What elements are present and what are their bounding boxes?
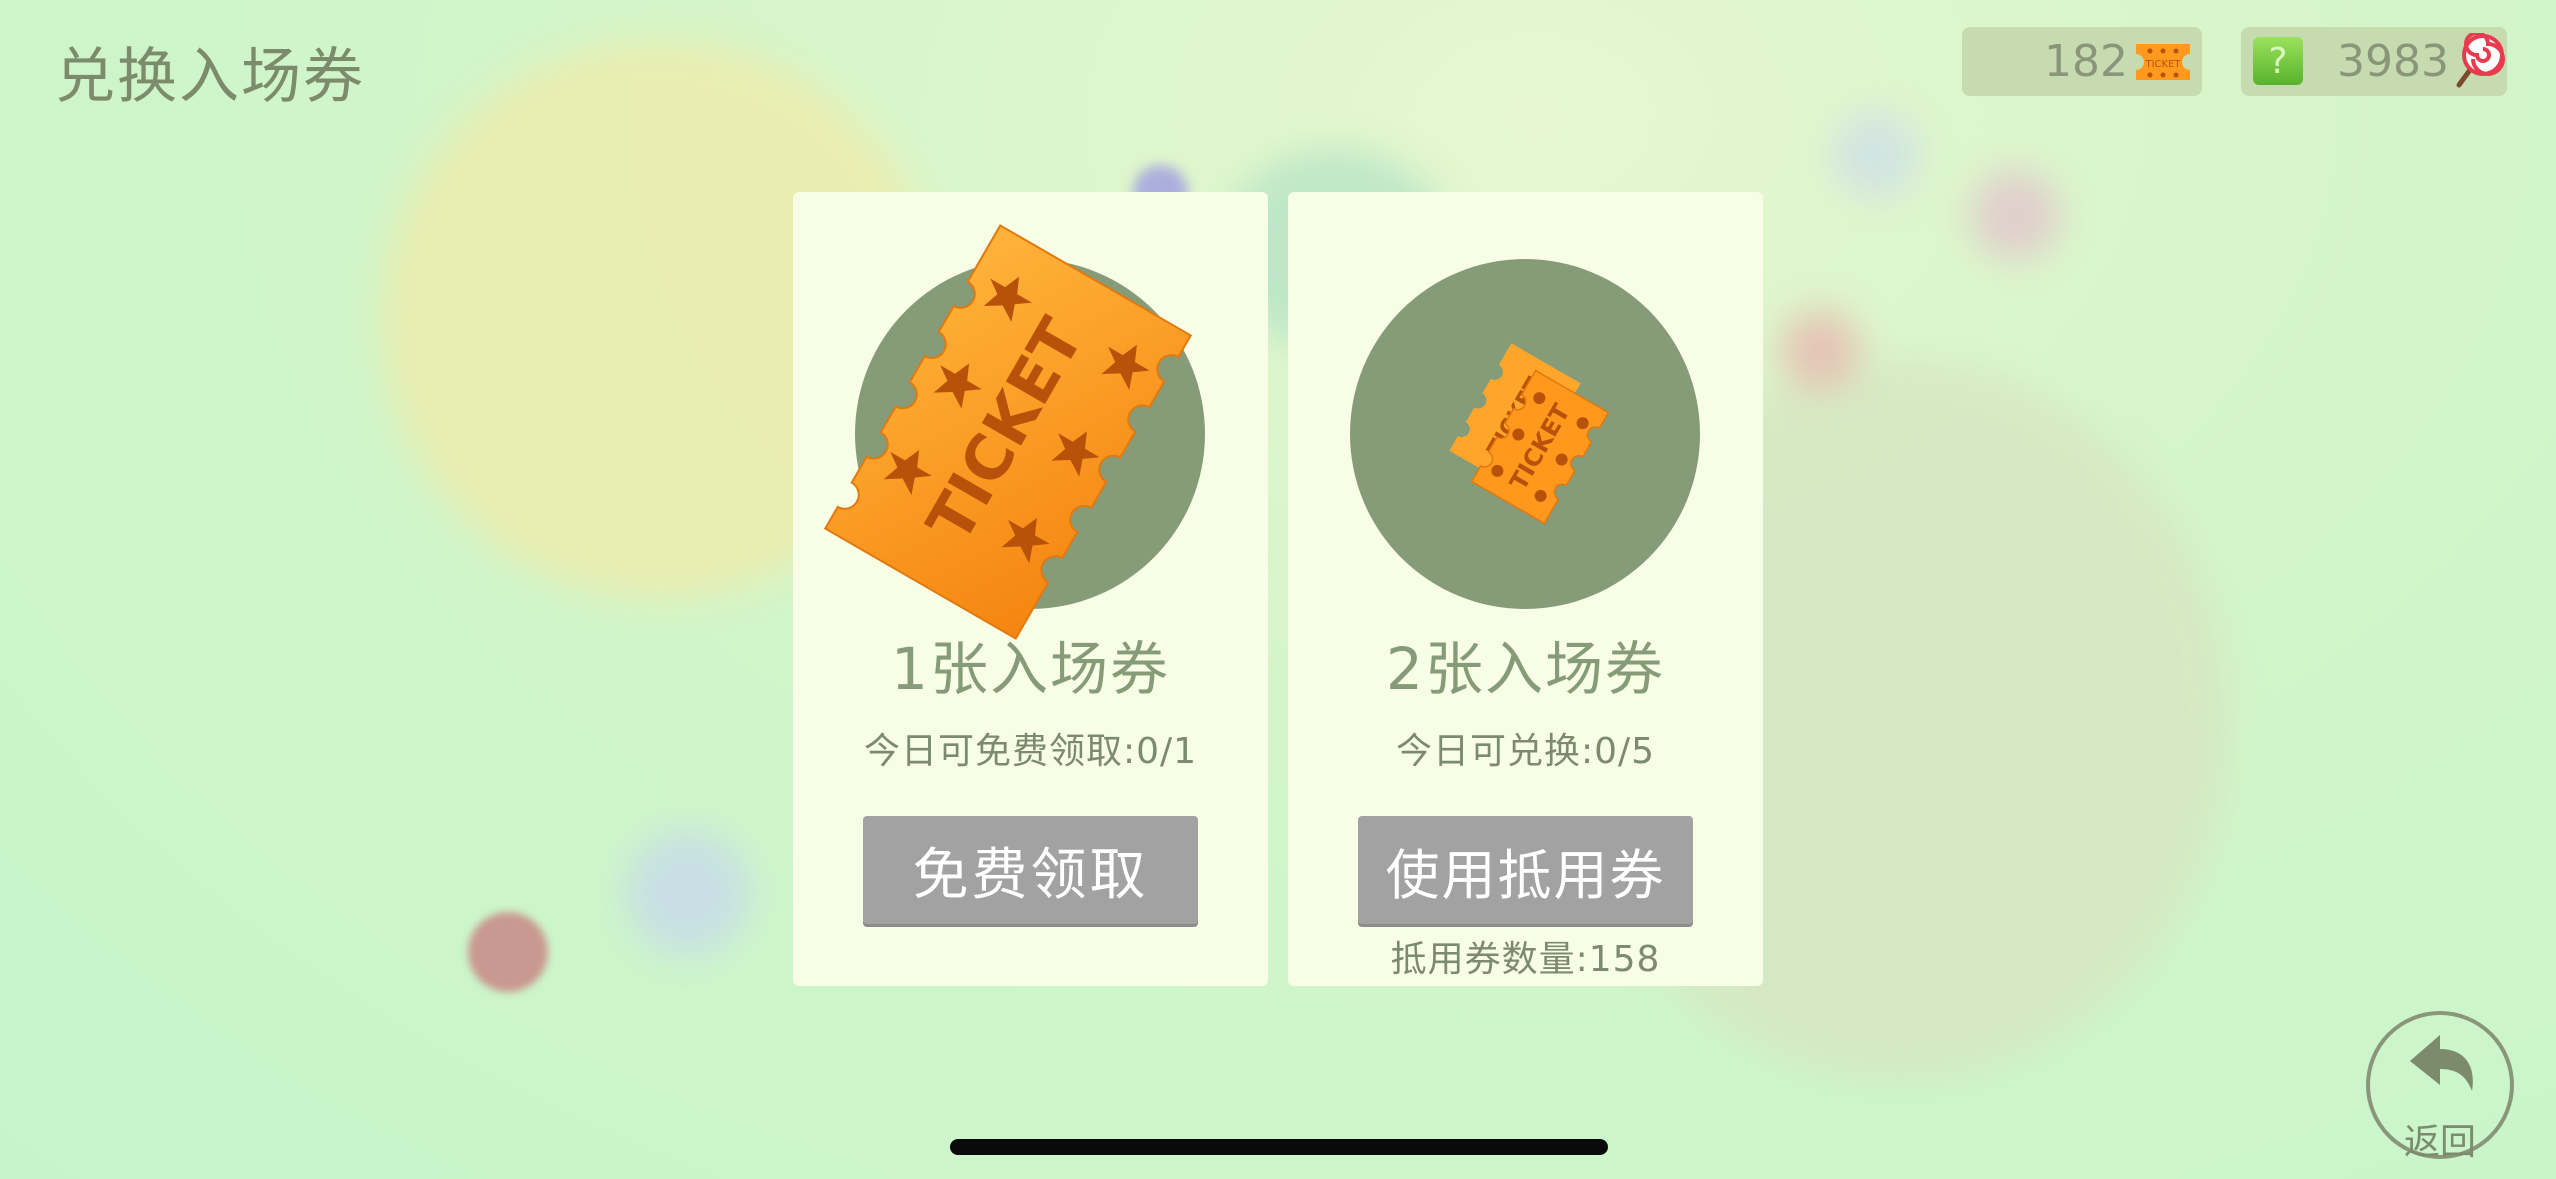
background-blob	[1970, 170, 2060, 260]
page-title: 兑换入场券	[55, 42, 365, 112]
card-limit-text: 今日可兑换:0/5	[1395, 731, 1656, 772]
card-limit-text: 今日可免费领取:0/1	[863, 731, 1198, 772]
claim-free-button[interactable]: 免费领取	[863, 816, 1198, 924]
reward-card-exchange: TICKET TICKET 2张入场券 今日可兑换:0/5 使用抵用券 抵用券数…	[1288, 192, 1763, 986]
ticket-counter: 182 TICKET	[1962, 27, 2202, 96]
card-title: 2张入场券	[1386, 635, 1665, 703]
reward-card-free: TICKET 1张入场券 今日可免费领取:0/1 免费领取	[793, 192, 1268, 986]
background-blob	[1780, 310, 1860, 390]
ticket-icon-text: TICKET	[2144, 59, 2181, 70]
candy-counter: ? 3983	[2241, 27, 2507, 96]
return-arrow-icon	[2402, 1029, 2482, 1109]
ticket-count: 182	[2044, 36, 2128, 87]
voucher-count-text: 抵用券数量:158	[1390, 939, 1661, 980]
lollipop-icon	[2449, 30, 2505, 91]
ticket-large-icon: TICKET	[813, 217, 1203, 647]
candy-count: 3983	[2337, 36, 2449, 87]
back-button[interactable]: 返回	[2366, 1011, 2514, 1163]
home-indicator[interactable]	[950, 1139, 1608, 1155]
card-title: 1张入场券	[891, 635, 1170, 703]
back-label: 返回	[2403, 1122, 2476, 1163]
ticket-icon: TICKET	[2132, 40, 2194, 84]
two-tickets-icon: TICKET TICKET	[1425, 337, 1625, 527]
background-blob	[1830, 110, 1920, 200]
help-icon[interactable]: ?	[2253, 37, 2303, 85]
background-blob	[625, 830, 750, 955]
use-voucher-button[interactable]: 使用抵用券	[1358, 816, 1693, 924]
background-blob	[468, 912, 548, 992]
